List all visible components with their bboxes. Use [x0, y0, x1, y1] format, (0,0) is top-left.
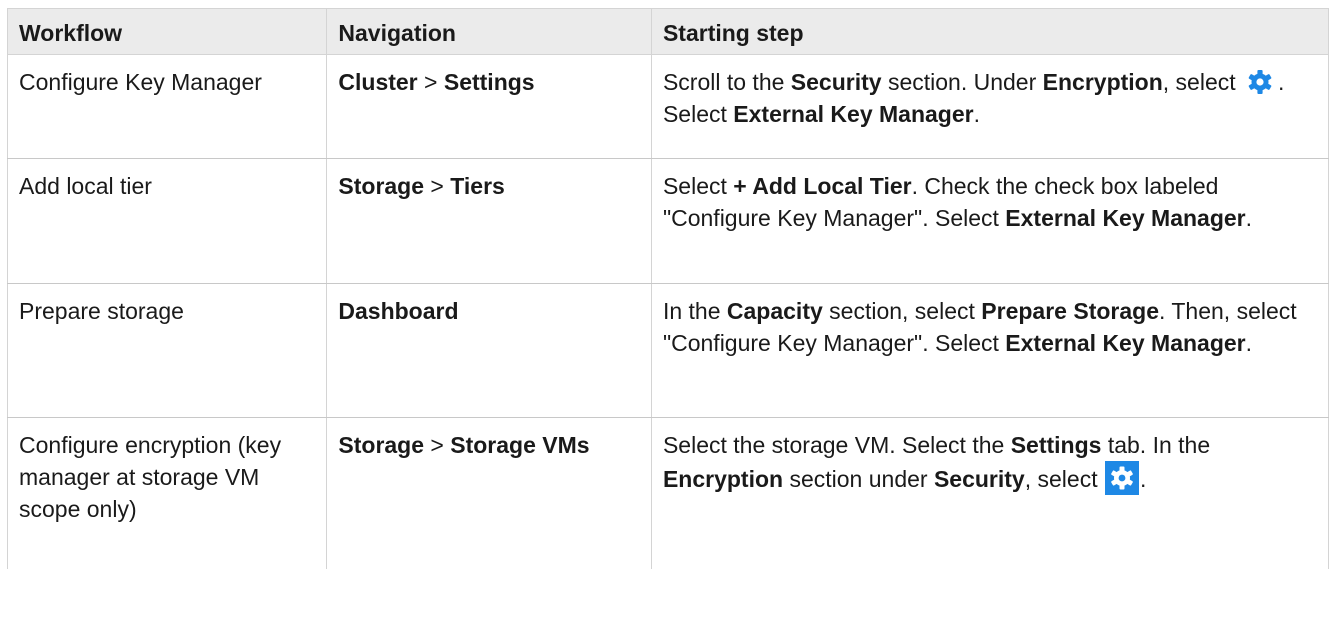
navigation-cell: Storage > Storage VMs: [326, 417, 652, 569]
nav-separator: >: [424, 432, 451, 458]
workflow-cell: Prepare storage: [6, 283, 328, 418]
table-row: Add local tier Storage > Tiers Select + …: [6, 158, 1330, 284]
workflow-cell: Add local tier: [6, 158, 328, 284]
nav-part: Dashboard: [338, 298, 459, 324]
table-row: Configure Key Manager Cluster > Settings…: [6, 54, 1330, 159]
step-text: section, select: [822, 298, 982, 324]
step-bold: Encryption: [662, 466, 784, 492]
nav-separator: >: [424, 173, 451, 199]
nav-separator: >: [417, 69, 444, 95]
step-bold: + Add Local Tier: [733, 173, 912, 199]
step-bold: Capacity: [726, 298, 823, 324]
step-text: Select: [662, 173, 734, 199]
nav-part: Storage: [338, 173, 425, 199]
step-bold: Encryption: [1042, 69, 1163, 95]
step-text: , select: [1162, 69, 1243, 95]
step-text: section. Under: [881, 69, 1043, 95]
step-bold: Security: [933, 466, 1025, 492]
step-text: .: [973, 101, 980, 127]
step-text: tab. In the: [1101, 432, 1211, 458]
navigation-cell: Dashboard: [326, 283, 652, 418]
step-text: .: [1245, 330, 1253, 356]
step-text: Select the storage VM. Select the: [662, 432, 1011, 458]
step-text: Scroll to the: [662, 69, 791, 95]
step-text: , select: [1024, 466, 1104, 492]
starting-step-cell: Scroll to the Security section. Under En…: [650, 54, 1330, 159]
header-workflow: Workflow: [6, 8, 328, 55]
step-bold: Settings: [1010, 432, 1102, 458]
step-text: .: [1245, 205, 1253, 231]
table-header-row: Workflow Navigation Starting step: [6, 8, 1330, 55]
nav-part: Settings: [443, 69, 535, 95]
gear-icon: [1248, 70, 1272, 94]
nav-part: Storage VMs: [450, 432, 590, 458]
starting-step-cell: Select + Add Local Tier. Check the check…: [650, 158, 1330, 284]
workflow-cell: Configure encryption (key manager at sto…: [6, 417, 328, 569]
gear-icon: [1104, 461, 1139, 495]
step-bold: Security: [790, 69, 882, 95]
workflow-cell: Configure Key Manager: [6, 54, 328, 159]
step-text: In the: [662, 298, 727, 324]
nav-part: Storage: [338, 432, 425, 458]
workflow-table: Workflow Navigation Starting step Config…: [6, 8, 1330, 569]
starting-step-cell: Select the storage VM. Select the Settin…: [650, 417, 1330, 569]
nav-part: Tiers: [450, 173, 505, 199]
step-text: section under: [783, 466, 934, 492]
header-navigation: Navigation: [326, 8, 652, 55]
step-bold: External Key Manager: [733, 101, 974, 127]
table-row: Configure encryption (key manager at sto…: [6, 417, 1330, 569]
step-bold: External Key Manager: [1005, 330, 1246, 356]
table-row: Prepare storage Dashboard In the Capacit…: [6, 283, 1330, 418]
navigation-cell: Cluster > Settings: [326, 54, 652, 159]
step-text: .: [1139, 466, 1147, 492]
navigation-cell: Storage > Tiers: [326, 158, 652, 284]
starting-step-cell: In the Capacity section, select Prepare …: [650, 283, 1330, 418]
step-bold: Prepare Storage: [981, 298, 1159, 324]
nav-part: Cluster: [338, 69, 418, 95]
header-starting-step: Starting step: [650, 8, 1330, 55]
step-bold: External Key Manager: [1005, 205, 1246, 231]
